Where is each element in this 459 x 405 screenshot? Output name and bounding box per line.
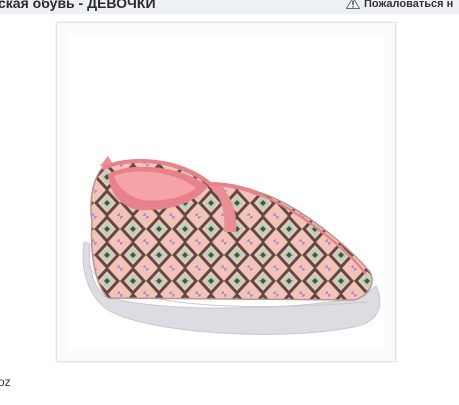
page-title: ская обувь - ДЕВОЧКИ — [0, 0, 156, 11]
report-link[interactable]: Пожаловаться н — [345, 0, 454, 10]
warning-triangle-icon — [345, 0, 361, 9]
header-bar: ская обувь - ДЕВОЧКИ Пожаловаться н — [0, 0, 459, 14]
product-image[interactable] — [68, 34, 384, 350]
product-image-frame[interactable] — [56, 22, 396, 362]
footer-text: oz — [0, 375, 11, 389]
report-link-label: Пожаловаться н — [364, 0, 454, 10]
